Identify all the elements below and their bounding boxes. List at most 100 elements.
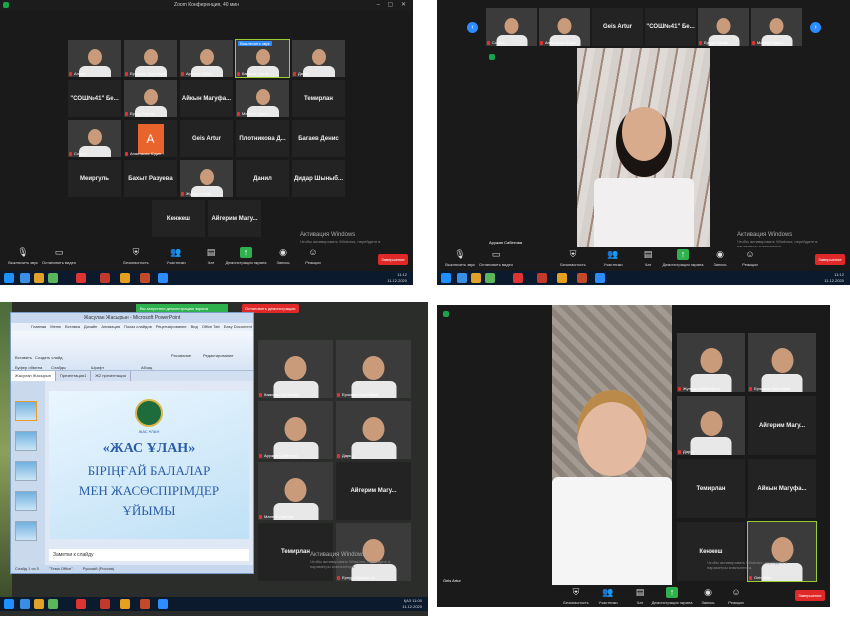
store-icon[interactable] [48,273,58,283]
app-icon[interactable] [557,273,567,283]
participant-tile[interactable]: Плотникова Д... [236,120,289,157]
reactions-button[interactable]: ☺ Реакции [729,249,771,267]
share-screen-button[interactable]: ↑ Демонстрация экрана [662,249,704,267]
participant-tile[interactable]: Жулдыз Имм... [180,160,233,197]
document-tab[interactable]: Жасулан Жасырын [11,371,56,381]
participant-tile[interactable]: Дарья [336,401,411,459]
participant-tile[interactable]: Geis Artur [180,120,233,157]
opera-icon[interactable] [513,273,523,283]
ribbon-tab[interactable]: Дизайн [84,324,97,329]
opera-icon[interactable] [76,273,86,283]
end-meeting-button[interactable]: Завершение [795,590,825,601]
ribbon-tab[interactable]: Меню [50,324,61,329]
folder-icon[interactable] [34,599,44,609]
participant-tile[interactable]: Меиргуль [68,160,121,197]
edge-icon[interactable] [20,599,30,609]
participant-tile[interactable]: Айкын Магуфа... [180,80,233,117]
ribbon-tab[interactable]: Office Tab [202,324,220,329]
start-icon[interactable] [4,599,14,609]
ribbon-tab[interactable]: Вид [191,324,198,329]
mute-badge[interactable]: Выключить звук [238,41,272,46]
yandex-icon[interactable] [100,273,110,283]
share-screen-button[interactable]: ↑ Демонстрация экрана [225,247,267,265]
edge-icon[interactable] [457,273,467,283]
yandex-icon[interactable] [100,599,110,609]
previous-page-button[interactable]: ‹ [467,22,478,33]
ribbon-group-label[interactable]: Создать слайд [35,355,62,360]
participant-tile[interactable]: Ерзожан Орынбаев [336,340,411,398]
slide-thumbnail[interactable] [15,491,37,511]
participant-tile[interactable]: Geis Artur [592,8,643,46]
participant-tile[interactable]: Дарья [292,40,345,77]
slide-notes[interactable]: Заметки к слайду [49,549,249,561]
participant-tile[interactable]: Софья [68,120,121,157]
participant-tile[interactable]: Айгерим Магу... [208,200,261,237]
start-icon[interactable] [4,273,14,283]
participant-tile[interactable]: "СОШ№41" Бе... [645,8,696,46]
participant-tile[interactable]: Данил [236,160,289,197]
folder-icon[interactable] [471,273,481,283]
opera-icon[interactable] [76,599,86,609]
participant-tile[interactable]: Жулдыз Иммберген... [677,333,745,392]
folder-icon[interactable] [34,273,44,283]
edge-icon[interactable] [20,273,30,283]
participant-tile[interactable]: Ерзожан Орынбаев [124,40,177,77]
next-page-button[interactable]: › [810,22,821,33]
slide-thumbnail[interactable] [15,521,37,541]
app-icon[interactable] [120,599,130,609]
stop-video-button[interactable]: ▭ Остановить видео [475,249,517,267]
participant-tile[interactable]: Ернур Мухан... [124,80,177,117]
app-icon[interactable] [120,273,130,283]
participant-tile[interactable]: Geis Wlar [747,521,817,582]
powerpoint-icon[interactable] [140,273,150,283]
end-meeting-button[interactable]: Завершение [815,254,845,265]
participant-tile[interactable]: Дарья [677,396,745,455]
reactions-button[interactable]: ☺ Реакции [292,247,334,265]
reactions-button[interactable]: ☺ Реакции [715,587,757,605]
security-button[interactable]: ⛨ Безопасность [552,249,594,267]
store-icon[interactable] [48,599,58,609]
participant-tile[interactable]: Багаев Денис [292,120,345,157]
window-controls[interactable]: – ▢ ✕ [377,0,409,10]
zoom-icon[interactable] [158,273,168,283]
participant-tile[interactable]: Темирлан [292,80,345,117]
ribbon-tab[interactable]: Главная [31,324,46,329]
ribbon-tab[interactable]: Easy Document Cr [224,324,253,329]
stop-video-button[interactable]: ▭ Остановить видео [38,247,80,265]
yandex-icon[interactable] [537,273,547,283]
participant-tile[interactable]: Матвей Гринч... [236,80,289,117]
participant-tile[interactable]: Алиан [68,40,121,77]
slide-thumbnail[interactable] [15,401,37,421]
document-tab[interactable]: Презентация1 [56,371,92,381]
participant-tile[interactable]: Аружан Сабетова [258,401,333,459]
zoom-icon[interactable] [158,599,168,609]
participant-tile[interactable]: "СОШ№41" Бе... [68,80,121,117]
ribbon-tab[interactable]: Анимация [101,324,120,329]
store-icon[interactable] [485,273,495,283]
ribbon-tab[interactable]: Показ слайдов [124,324,152,329]
participant-tile[interactable]: Айгерим Магу... [336,462,411,520]
end-meeting-button[interactable]: Завершение [378,254,408,265]
language-indicator[interactable]: ҚАЗ [404,598,411,603]
slide-canvas[interactable]: ЖАС ҰЛАН «ЖАС ҰЛАН» БІРІҢҒАЙ БАЛАЛАР МЕН… [49,391,249,539]
ribbon-tab[interactable]: Вставка [65,324,80,329]
participant-tile[interactable]: Выключить звук Камила Султа... [235,39,290,78]
participant-tile[interactable]: Софья [486,8,537,46]
participant-tile[interactable]: Аружан Сабет... [180,40,233,77]
participant-tile[interactable]: Кенжеш [152,200,205,237]
participant-tile[interactable]: Дидар Шыныб... [292,160,345,197]
participant-tile[interactable]: Ерзожан Орынбаев [748,333,816,392]
participant-tile[interactable]: Бахыт Разуева [124,160,177,197]
participant-tile[interactable]: Матвей Гринч... [751,8,802,46]
powerpoint-icon[interactable] [577,273,587,283]
participant-tile[interactable]: Матвей Гринчук [258,462,333,520]
powerpoint-icon[interactable] [140,599,150,609]
participant-tile[interactable]: Ернур Мухан... [698,8,749,46]
participant-tile[interactable]: Айгерим Магу... [748,396,816,455]
ribbon-tab[interactable]: Рецензирование [156,324,187,329]
slide-thumbnail[interactable] [15,431,37,451]
participant-tile[interactable]: Айкын Магуфа... [748,459,816,518]
start-icon[interactable] [441,273,451,283]
participant-tile[interactable]: Анастасия Юдин... [539,8,590,46]
ribbon-group-label[interactable]: Вставить [15,355,32,360]
